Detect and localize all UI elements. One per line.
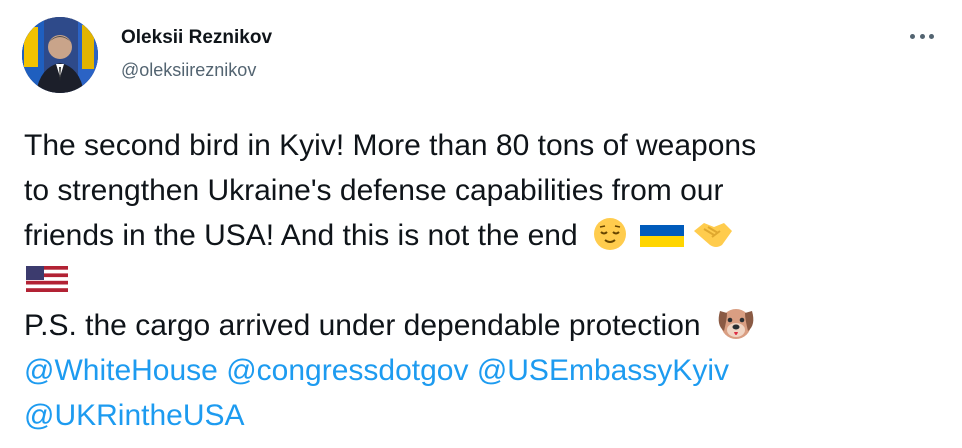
more-options-icon[interactable] bbox=[904, 25, 940, 47]
tweet-text: The second bird in Kyiv! More than 80 to… bbox=[24, 123, 954, 438]
tweet-line-text: friends in the USA! And this is not the … bbox=[24, 219, 578, 252]
mention-link[interactable]: @WhiteHouse bbox=[24, 354, 218, 387]
mention-link[interactable]: @UKRintheUSA bbox=[24, 399, 245, 432]
tweet-line bbox=[24, 258, 954, 303]
tweet-line: P.S. the cargo arrived under dependable … bbox=[24, 303, 954, 348]
tweet-line: @UKRintheUSA bbox=[24, 393, 954, 438]
handshake-icon bbox=[692, 217, 734, 251]
tweet-line: The second bird in Kyiv! More than 80 to… bbox=[24, 129, 757, 162]
tweet-line-text: P.S. the cargo arrived under dependable … bbox=[24, 309, 701, 342]
tweet-card: Oleksii Reznikov @oleksiireznikov The se… bbox=[0, 0, 962, 448]
author-name[interactable]: Oleksii Reznikov bbox=[121, 27, 272, 49]
flag-ukraine-icon bbox=[638, 221, 686, 251]
tweet-line: to strengthen Ukraine's defense capabili… bbox=[24, 174, 724, 207]
tweet-line: @WhiteHouse @congressdotgov @USEmbassyKy… bbox=[24, 348, 954, 393]
author-handle[interactable]: @oleksiireznikov bbox=[121, 60, 256, 81]
author-avatar[interactable] bbox=[22, 17, 98, 93]
flag-usa-icon bbox=[24, 262, 70, 296]
relieved-face-icon bbox=[592, 217, 632, 251]
mention-link[interactable]: @USEmbassyKyiv bbox=[477, 354, 729, 387]
tweet-line: friends in the USA! And this is not the … bbox=[24, 213, 954, 258]
dog-face-icon bbox=[715, 303, 757, 341]
mention-link[interactable]: @congressdotgov bbox=[226, 354, 468, 387]
